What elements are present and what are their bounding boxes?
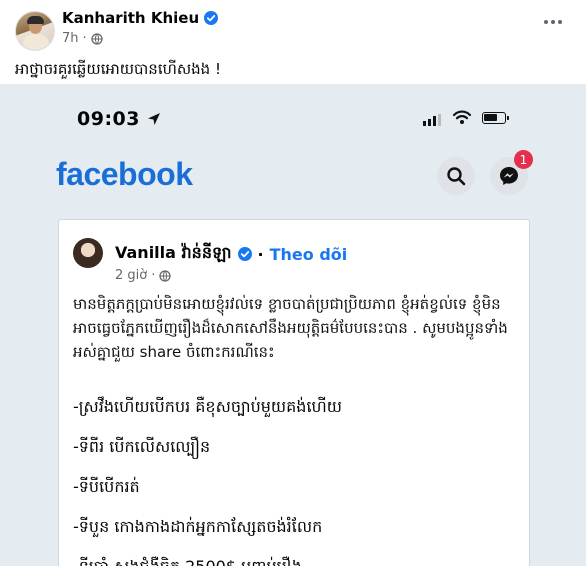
facebook-logo: facebook [56,156,193,192]
author-name[interactable]: Kanharith Khieu [62,9,199,27]
location-arrow-icon [147,113,160,125]
inner-author-avatar[interactable] [73,238,103,268]
globe-icon [159,269,172,282]
messenger-icon [500,167,518,185]
post-time[interactable]: 7h [62,31,79,46]
author-name-row: Kanharith Khieu [62,9,219,27]
status-time: 09:03 [77,108,140,130]
battery-icon [482,112,509,124]
list-item: -ទីបីបើករត់ [73,477,140,496]
post-caption: អាថ្នាចរគួរឆ្លើយអោយបានហើសងង ! [15,60,221,78]
inner-post-body: មានមិត្តភក្ដប្រាប់មិនអោយខ្ញុំរវល់ទេ ខ្លា… [73,292,519,364]
search-button[interactable] [437,157,475,195]
inner-post-paragraph: មានមិត្តភក្ដប្រាប់មិនអោយខ្ញុំរវល់ទេ ខ្លា… [73,295,508,361]
post-photo[interactable]: 09:03 facebook 1 Vanilla វ៉ាន់នីឡា · The… [0,84,586,566]
verified-badge-icon [237,247,252,261]
search-icon [447,167,466,186]
globe-icon [91,32,103,45]
list-item: -ទីពីរ បើកលើសល្បឿន [73,437,211,456]
author-avatar[interactable] [15,11,55,51]
inner-author-name[interactable]: Vanilla វ៉ាន់នីឡា [115,242,232,266]
list-item: -ទីបួន កោងកាងដាក់អ្នកកាស្សែតចង់រំលែក [73,517,323,536]
inner-post-meta: 2 giờ · [115,268,172,283]
phone-status-bar: 09:03 [0,84,586,154]
inner-post-time[interactable]: 2 giờ [115,268,147,283]
list-item: -ទីប្រាំ សងជំងឺចិត 2500$ បញ្ចប់រឿង [73,556,513,566]
separator-dot: · [257,244,264,264]
wifi-icon [452,110,472,124]
verified-badge-icon [204,11,219,25]
cellular-signal-icon [423,114,441,126]
status-time-row: 09:03 [77,108,162,130]
post-header: Kanharith Khieu 7h · អាថ្នាចរគួរឆ្លើយអោយ… [0,0,586,78]
more-options-icon[interactable] [544,20,562,24]
list-item: -ស្រវឹងហើយបើកបរ គឺខុសច្បាប់មួយគង់ហើយ [73,397,342,416]
post-meta: 7h · [62,31,103,46]
inner-author-row: Vanilla វ៉ាន់នីឡា · Theo dõi [115,242,347,266]
notification-badge: 1 [514,150,533,169]
shared-post-card: Vanilla វ៉ាន់នីឡា · Theo dõi 2 giờ · មាន… [58,219,530,566]
follow-button[interactable]: Theo dõi [270,245,348,264]
